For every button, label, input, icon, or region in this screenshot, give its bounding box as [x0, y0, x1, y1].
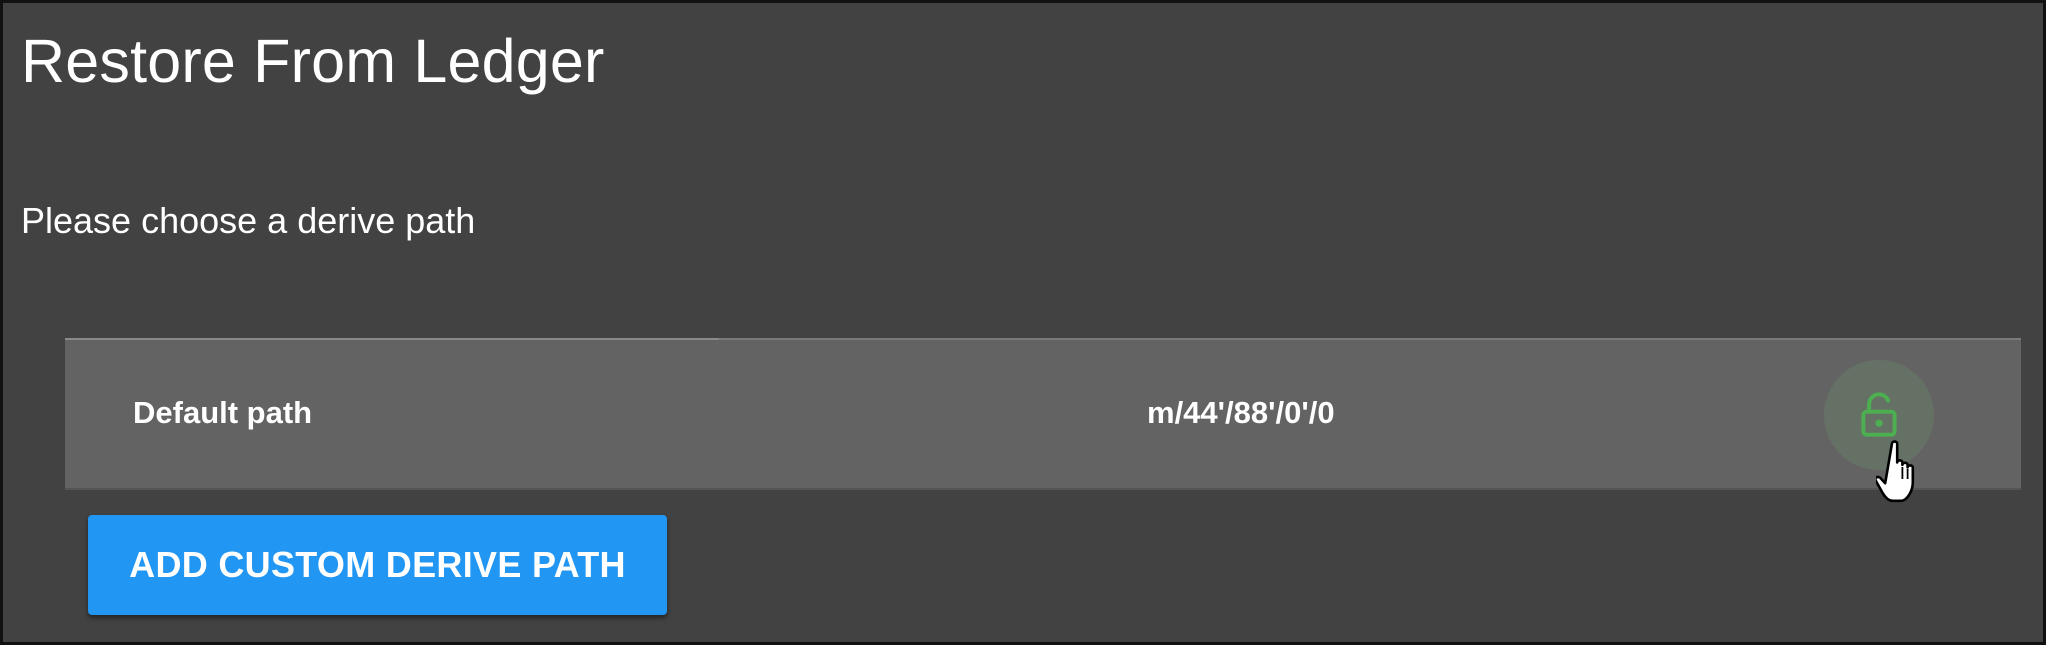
- add-custom-derive-path-label: ADD CUSTOM DERIVE PATH: [129, 544, 626, 585]
- instruction-text: Please choose a derive path: [21, 200, 476, 241]
- derive-path-row-default[interactable]: Default path m/44'/88'/0'/0: [65, 338, 2021, 490]
- unlock-icon: [1861, 392, 1897, 437]
- add-custom-derive-path-button[interactable]: ADD CUSTOM DERIVE PATH: [88, 515, 667, 615]
- page-title: Restore From Ledger: [21, 27, 605, 95]
- derive-path-value: m/44'/88'/0'/0: [1147, 395, 1335, 430]
- derive-path-name: Default path: [133, 395, 313, 430]
- restore-from-ledger-panel: Restore From Ledger Please choose a deri…: [0, 0, 2046, 645]
- row-top-highlight: [65, 338, 719, 340]
- unlock-path-button[interactable]: [1824, 360, 1934, 470]
